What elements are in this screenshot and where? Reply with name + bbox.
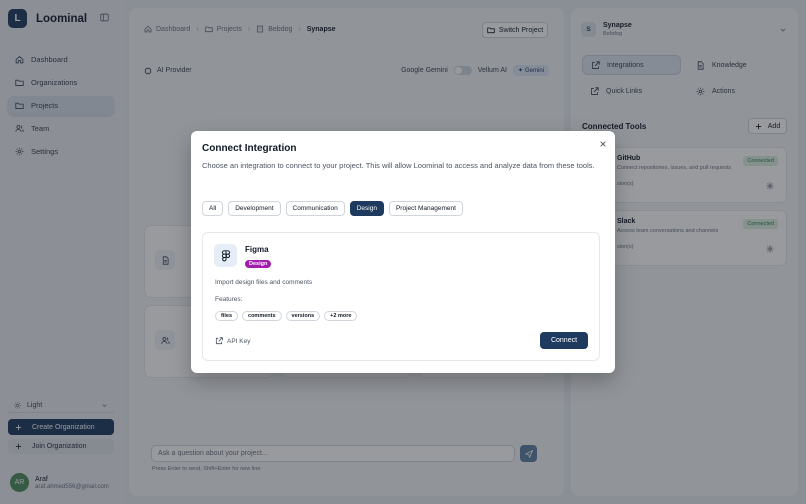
dialog-title: Connect Integration bbox=[202, 143, 297, 154]
external-link-icon bbox=[215, 337, 223, 345]
auth-method: API Key bbox=[215, 337, 250, 345]
integration-card-figma: Figma Design Import design files and com… bbox=[202, 232, 600, 361]
filter-project-management[interactable]: Project Management bbox=[388, 201, 463, 216]
filter-communication[interactable]: Communication bbox=[285, 201, 345, 216]
features-label: Features: bbox=[215, 296, 243, 303]
filter-design[interactable]: Design bbox=[349, 201, 384, 216]
feature-tag: files bbox=[215, 311, 239, 321]
feature-tag: versions bbox=[285, 311, 321, 321]
figma-icon bbox=[214, 244, 237, 267]
connect-button[interactable]: Connect bbox=[540, 332, 588, 349]
category-badge: Design bbox=[245, 260, 272, 268]
connect-integration-dialog: Connect Integration Choose an integratio… bbox=[191, 131, 615, 373]
filter-all[interactable]: All bbox=[202, 201, 224, 216]
integration-description: Import design files and comments bbox=[215, 279, 313, 286]
integration-name: Figma bbox=[245, 245, 269, 254]
feature-list: files comments versions +2 more bbox=[215, 311, 358, 321]
filter-development[interactable]: Development bbox=[228, 201, 281, 216]
close-icon[interactable] bbox=[599, 140, 607, 148]
category-filters: All Development Communication Design Pro… bbox=[202, 201, 463, 216]
feature-tag: comments bbox=[242, 311, 282, 321]
dialog-description: Choose an integration to connect to your… bbox=[202, 161, 595, 170]
auth-label: API Key bbox=[227, 337, 251, 345]
feature-tag-more: +2 more bbox=[324, 311, 358, 321]
